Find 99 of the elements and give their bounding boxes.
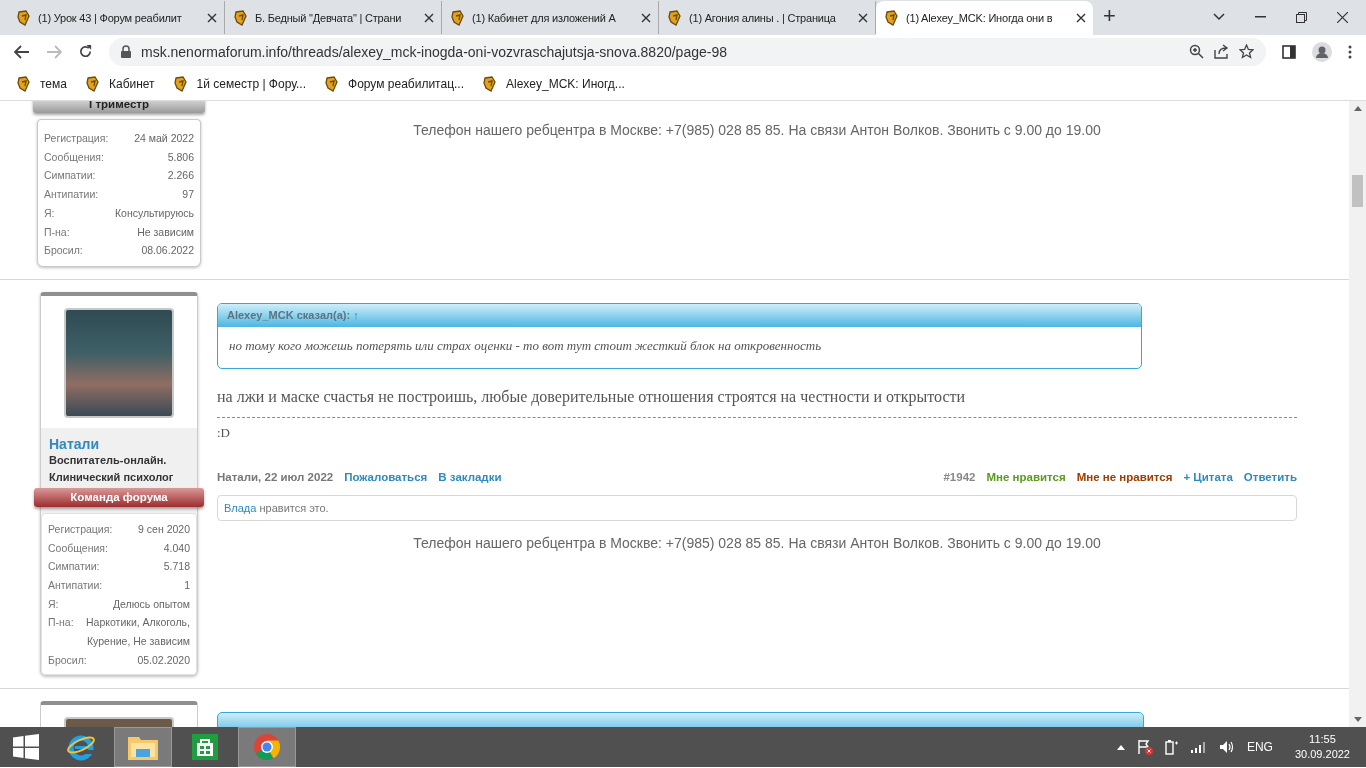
minimize-icon[interactable] [1255, 16, 1266, 18]
user-banner: Команда форума [34, 487, 204, 507]
chrome-logo-icon [253, 733, 281, 761]
stat-label: Регистрация: [44, 131, 109, 146]
forum-favicon-icon [884, 10, 900, 26]
close-icon[interactable] [641, 12, 651, 23]
avatar-photo-placeholder[interactable] [64, 307, 174, 418]
post-message: на лжи и маске счастья не построишь, любые доверительные отношения строятся на честности и открытости [217, 387, 1297, 418]
battery-icon[interactable] [1164, 739, 1179, 755]
restore-icon[interactable] [1296, 11, 1307, 23]
address-bar[interactable]: msk.nenormaforum.info/threads/alexey_mck-inogda-oni-vozvraschajutsja-snova.8820/page-98 [109, 37, 1266, 66]
zoom-icon[interactable] [1189, 44, 1204, 59]
close-icon[interactable] [1076, 13, 1086, 23]
forum-favicon-icon [450, 9, 466, 26]
shopping-bag-icon [191, 733, 219, 761]
signature-text: :D [217, 424, 231, 441]
forum-favicon-icon [324, 76, 340, 92]
star-icon[interactable] [1239, 44, 1254, 59]
new-tab-button[interactable]: + [1103, 3, 1116, 29]
forum-favicon-icon [233, 9, 249, 26]
forum-favicon-icon [482, 76, 498, 92]
bookmark[interactable]: тема [16, 76, 67, 92]
post-action-link[interactable]: Пожаловаться [344, 470, 428, 483]
scrollbar[interactable] [1349, 101, 1366, 727]
quote-link[interactable]: + Цитата [1183, 470, 1233, 483]
stat-value: Консультируюсь [114, 205, 194, 221]
stat-value: 08.06.2022 [141, 243, 194, 259]
liker-link[interactable]: Влада [224, 501, 257, 514]
close-icon[interactable] [207, 12, 217, 23]
stat-label: Симпатии: [48, 559, 100, 575]
clock[interactable]: 11:55 30.09.2022 [1294, 732, 1350, 762]
stat-label: Антипатии: [44, 187, 99, 203]
stat-label: П-на: [44, 224, 70, 240]
signal-bars-icon[interactable] [1190, 741, 1207, 753]
bookmark[interactable]: Форум реабилитац... [324, 76, 464, 92]
post-footer-text: Телефон нашего ребцентра в Москве: +7(985) 028 85 85. На связи Антон Волков. Звонить с 9.00 до 19.00 [412, 534, 1102, 551]
forum-favicon-icon [16, 9, 32, 26]
close-icon[interactable] [424, 12, 434, 23]
stat-label: Бросил: [48, 652, 87, 668]
stat-value: 9 сен 2020 [138, 521, 190, 537]
stat-label: Симпатии: [44, 168, 96, 184]
profile-avatar-icon[interactable] [1312, 41, 1332, 62]
lock-icon [121, 45, 131, 58]
stat-value: 24 май 2022 [134, 131, 194, 146]
close-icon[interactable] [1337, 11, 1348, 23]
stat-value: 97 [182, 187, 194, 203]
stat-label: Я: [48, 596, 59, 612]
flag-icon[interactable] [1136, 739, 1153, 755]
side-panel-icon[interactable] [1282, 44, 1296, 59]
post-byline: Натали, 22 июл 2022 [217, 470, 334, 483]
bookmark[interactable]: Alexey_MCK: Иногд... [482, 76, 625, 92]
menu-icon[interactable] [1348, 44, 1352, 59]
bookmark[interactable]: Кабинет [84, 76, 155, 92]
stat-label: Регистрация: [48, 521, 113, 537]
stat-label: Антипатии: [48, 578, 103, 594]
reload-icon[interactable] [78, 44, 93, 59]
stat-label: Сообщения: [48, 540, 108, 556]
stat-value: Наркотики, Алкоголь, Курение, Не зависим [85, 615, 190, 650]
share-icon[interactable] [1214, 44, 1229, 59]
stat-label: Сообщения: [44, 149, 104, 165]
chevron-down-icon[interactable] [1213, 13, 1225, 21]
stat-label: Я: [44, 205, 55, 221]
reply-link[interactable]: Ответить [1243, 470, 1297, 483]
clock-date: 30.09.2022 [1294, 747, 1350, 762]
stat-value: 1 [184, 578, 190, 594]
stat-value: 5.718 [163, 559, 190, 575]
browser-tab[interactable]: (1) Кабинет для изложений А [442, 1, 659, 34]
user-title: Воспитатель-онлайн. Клинический психолог [49, 452, 175, 485]
stat-value: Не зависим [137, 224, 194, 240]
post-footer-text: Телефон нашего ребцентра в Москве: +7(985) 028 85 85. На связи Антон Волков. Звонить с 9.00 до 19.00 [412, 122, 1102, 138]
quote-author: Alexey_MCK сказал(а): [227, 308, 351, 321]
forum-favicon-icon [172, 76, 189, 92]
speaker-icon[interactable] [1218, 740, 1235, 754]
post-action-link[interactable]: В закладки [438, 470, 502, 483]
post-number-link[interactable]: #1942 [943, 470, 976, 483]
stat-value: 4.040 [163, 540, 190, 556]
quote-text: но тому кого можешь потерять или страх оценки - то вот тут стоит жесткий блок на откровенность [228, 336, 823, 355]
language-indicator[interactable]: ENG [1246, 740, 1273, 754]
bookmark[interactable]: 1й семестр | Фору... [172, 76, 306, 92]
forum-favicon-icon [84, 76, 101, 92]
stat-value: 05.02.2020 [137, 652, 190, 668]
forum-favicon-icon [667, 9, 683, 26]
back-arrow-icon[interactable] [14, 44, 30, 59]
windows-logo-icon[interactable] [13, 734, 39, 760]
stat-label: Бросил: [44, 243, 83, 259]
close-icon[interactable] [858, 12, 868, 23]
taskbar-app-button[interactable] [114, 727, 172, 767]
dislike-link[interactable]: Мне не нравится [1076, 470, 1173, 483]
browser-tab[interactable]: (1) Урок 43 | Форум реабилит [8, 1, 225, 34]
browser-tab[interactable]: Б. Бедный "Девчата" | Страни [225, 1, 442, 34]
likes-text: нравится это. [259, 501, 329, 514]
browser-tab[interactable]: (1) Alexey_MCK: Иногда они в [876, 1, 1093, 35]
stat-label: П-на: [48, 615, 74, 631]
forum-favicon-icon [16, 76, 32, 92]
stat-value: 2.266 [167, 168, 194, 184]
stat-value: 5.806 [167, 149, 194, 165]
clock-time: 11:55 [1309, 732, 1336, 747]
stat-value: Делюсь опытом [112, 596, 190, 612]
chevron-up-icon[interactable] [1116, 744, 1125, 750]
